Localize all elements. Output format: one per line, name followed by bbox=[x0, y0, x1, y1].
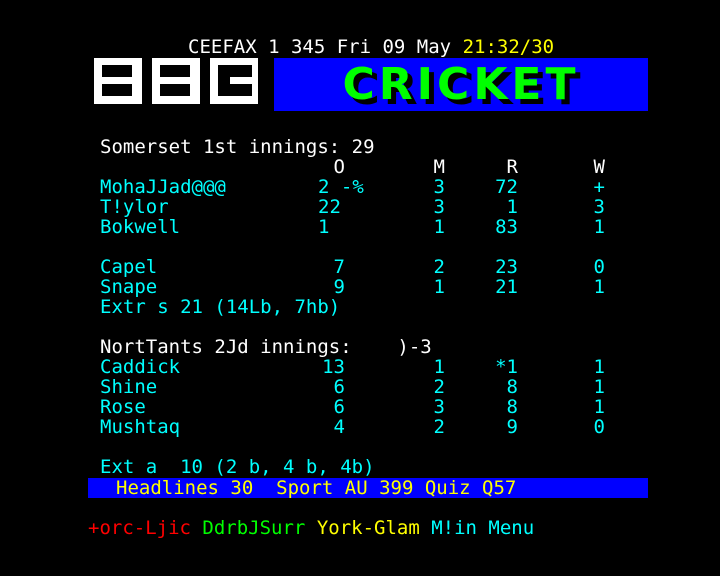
bowler-row: Mushtaq 4 2 9 0 bbox=[100, 417, 660, 437]
bowler-overs: 22 bbox=[318, 196, 341, 218]
bowler-runs: 9 bbox=[506, 416, 518, 438]
bowler-runs: 1 bbox=[506, 196, 518, 218]
bowler-runs: 72 bbox=[495, 176, 518, 198]
bowler-wickets: 0 bbox=[593, 416, 605, 438]
bowler-row: Snape 9 1 21 1 bbox=[100, 277, 660, 297]
bowler-overs: 2 -% bbox=[318, 176, 364, 198]
bowler-wickets: 1 bbox=[593, 376, 605, 398]
fastext-green-link[interactable]: DdrbJSurr bbox=[202, 517, 305, 539]
column-headers: O M R W bbox=[100, 157, 660, 177]
bowler-maidens: 2 bbox=[433, 256, 445, 278]
fastext-red-link[interactable]: +orc-Ljic bbox=[88, 517, 191, 539]
bowler-maidens: 3 bbox=[433, 176, 445, 198]
fastext-cyan-link[interactable]: M!in Menu bbox=[431, 517, 534, 539]
page-header: CEEFAX 1 345 Fri 09 May 21:32/30 bbox=[188, 37, 554, 57]
bowler-overs: 9 bbox=[333, 276, 345, 298]
bowler-row: Rose 6 3 8 1 bbox=[100, 397, 660, 417]
bowler-overs: 7 bbox=[333, 256, 345, 278]
bowler-name: Shine bbox=[100, 376, 158, 398]
bowler-name: Caddick bbox=[100, 356, 181, 378]
col-header-runs: R bbox=[506, 156, 518, 178]
registered-mark: R bbox=[230, 65, 238, 80]
bowler-runs: 8 bbox=[506, 396, 518, 418]
bowler-name: Mushtaq bbox=[100, 416, 181, 438]
bowler-wickets: 1 bbox=[593, 396, 605, 418]
bowler-overs: 6 bbox=[333, 376, 345, 398]
bowler-name: Snape bbox=[100, 276, 158, 298]
bowler-overs: 4 bbox=[333, 416, 345, 438]
col-header-overs: O bbox=[333, 156, 345, 178]
bowler-row: Capel 7 2 23 0 bbox=[100, 257, 660, 277]
clock: 21:32/30 bbox=[462, 36, 555, 58]
northants-extras: Ext a 10 (2 b, 4 b, 4b) bbox=[100, 456, 375, 478]
bowler-maidens: 1 bbox=[433, 276, 445, 298]
bowler-row: T!ylor 22 3 1 3 bbox=[100, 197, 660, 217]
section-title-bar: CRICKET CRICKET bbox=[274, 58, 648, 115]
somerset-extras: Extr s 21 (14Lb, 7hb) bbox=[100, 296, 341, 318]
bowler-name: Capel bbox=[100, 256, 158, 278]
bowler-runs: 23 bbox=[495, 256, 518, 278]
bowler-wickets: 1 bbox=[593, 216, 605, 238]
bowler-row: Bokwell 1 1 83 1 bbox=[100, 217, 660, 237]
somerset-innings-heading: Somerset 1st innings: 29 bbox=[100, 136, 375, 158]
bowler-maidens: 1 bbox=[433, 216, 445, 238]
page-info: 1 345 Fri 09 May bbox=[268, 36, 452, 58]
bowler-name: Rose bbox=[100, 396, 146, 418]
bowler-runs: *1 bbox=[495, 356, 518, 378]
bowler-wickets: 1 bbox=[593, 356, 605, 378]
bowler-wickets: 0 bbox=[593, 256, 605, 278]
bowler-name: MohaJJad@@@ bbox=[100, 176, 226, 198]
bowler-maidens: 3 bbox=[433, 396, 445, 418]
registered-mark: R bbox=[172, 65, 180, 80]
northants-innings-heading: NortTants 2Jd innings: )-3 bbox=[100, 336, 432, 358]
bowler-row: Shine 6 2 8 1 bbox=[100, 377, 660, 397]
bowler-name: Bokwell bbox=[100, 216, 181, 238]
bowler-maidens: 2 bbox=[433, 376, 445, 398]
bowler-wickets: 1 bbox=[593, 276, 605, 298]
navigation-bar[interactable]: Headlines 30 Sport AU 399 Quiz Q57 bbox=[88, 478, 648, 498]
bbc-logo: R R R bbox=[94, 58, 258, 104]
fastext-yellow-link[interactable]: York-Glam bbox=[317, 517, 420, 539]
bowler-runs: 83 bbox=[495, 216, 518, 238]
bowler-name: T!ylor bbox=[100, 196, 169, 218]
bowler-wickets: + bbox=[593, 176, 605, 198]
registered-mark: R bbox=[114, 65, 122, 80]
section-title: CRICKET bbox=[342, 59, 580, 110]
bowler-maidens: 2 bbox=[433, 416, 445, 438]
navigation-links[interactable]: Headlines 30 Sport AU 399 Quiz Q57 bbox=[116, 478, 516, 498]
bowler-runs: 8 bbox=[506, 376, 518, 398]
bowler-overs: 13 bbox=[322, 356, 345, 378]
bowler-wickets: 3 bbox=[593, 196, 605, 218]
col-header-wickets: W bbox=[593, 156, 605, 178]
bowler-runs: 21 bbox=[495, 276, 518, 298]
bowler-maidens: 1 bbox=[433, 356, 445, 378]
bowler-overs: 1 bbox=[318, 216, 330, 238]
bowler-maidens: 3 bbox=[433, 196, 445, 218]
bowler-row: MohaJJad@@@ 2 -% 3 72 + bbox=[100, 177, 660, 197]
col-header-maidens: M bbox=[433, 156, 445, 178]
bowler-row: Caddick 13 1 *1 1 bbox=[100, 357, 660, 377]
service-name: CEEFAX bbox=[188, 36, 257, 58]
fastext-links: +orc-Ljic DdrbJSurr York-Glam M!in Menu bbox=[88, 518, 534, 538]
bowler-overs: 6 bbox=[333, 396, 345, 418]
